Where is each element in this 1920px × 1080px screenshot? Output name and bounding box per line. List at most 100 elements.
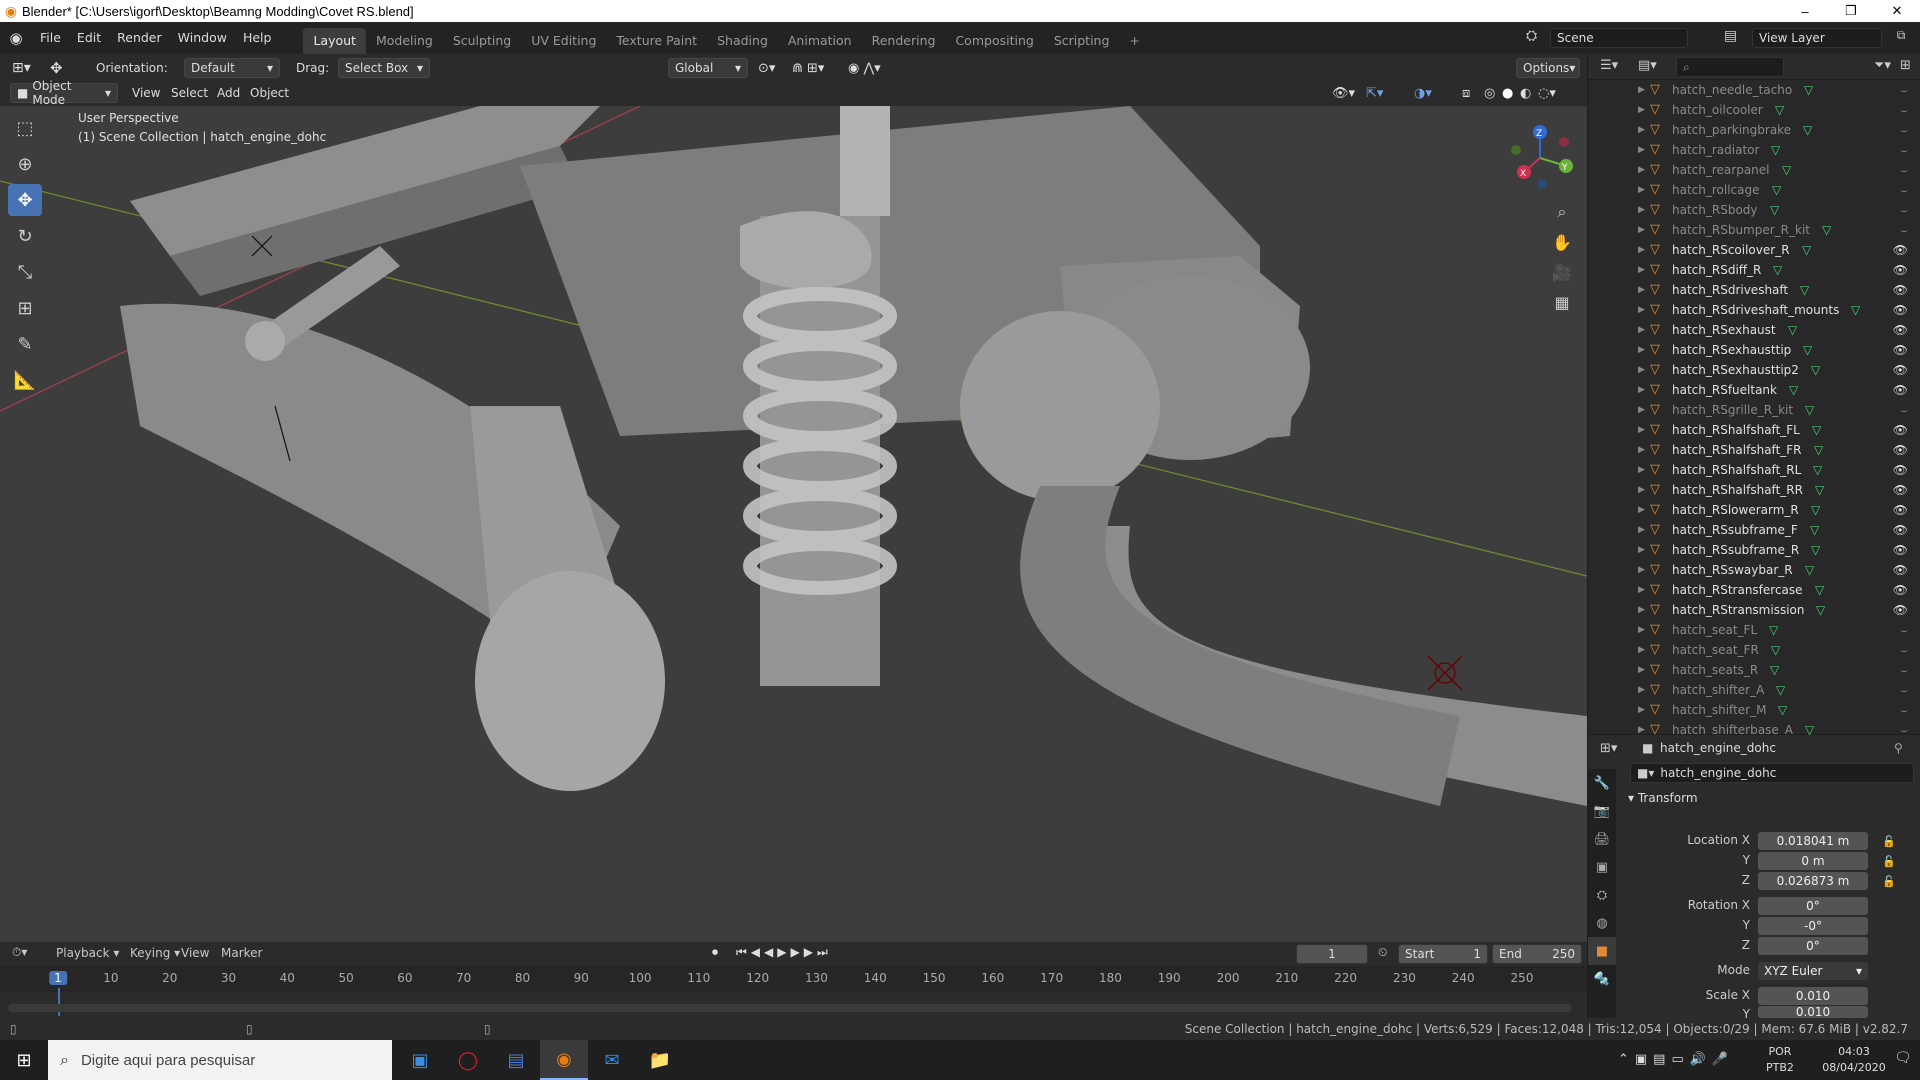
new-collection-icon[interactable]: ⊞ [1900, 58, 1911, 73]
visibility-eye-icon[interactable]: ⌣ [1900, 83, 1908, 98]
navigation-gizmo[interactable]: Z Y X [1500, 120, 1580, 200]
visibility-eye-icon[interactable]: ⌣ [1900, 203, 1908, 218]
expand-arrow-icon[interactable]: ▶ [1638, 185, 1645, 195]
outliner-item[interactable]: ▶ ▽ hatch_seat_FL ▽ ⌣ [1588, 620, 1920, 640]
visibility-eye-icon[interactable]: 👁 [1893, 263, 1908, 277]
expand-arrow-icon[interactable]: ▶ [1638, 605, 1645, 615]
ortho-grid-icon[interactable]: ▦ [1548, 288, 1576, 316]
tab-animation[interactable]: Animation [778, 28, 862, 54]
outliner-item[interactable]: ▶ ▽ hatch_seat_FR ▽ ⌣ [1588, 640, 1920, 660]
menu-help[interactable]: Help [235, 22, 280, 54]
outliner-item[interactable]: ▶ ▽ hatch_rearpanel ▽ ⌣ [1588, 160, 1920, 180]
expand-arrow-icon[interactable]: ▶ [1638, 225, 1645, 235]
expand-arrow-icon[interactable]: ▶ [1638, 285, 1645, 295]
outliner-item[interactable]: ▶ ▽ hatch_RSsubframe_R ▽ 👁 [1588, 540, 1920, 560]
current-frame-field[interactable]: 1 [1296, 944, 1368, 964]
app-launcher-icon[interactable]: ▤ [492, 1040, 540, 1080]
outliner-item[interactable]: ▶ ▽ hatch_RStransmission ▽ 👁 [1588, 600, 1920, 620]
file-explorer-icon[interactable]: 📁 [636, 1040, 684, 1080]
visibility-eye-icon[interactable]: 👁 [1893, 603, 1908, 617]
cursor-tool-icon[interactable]: ⊕ [8, 148, 42, 180]
expand-arrow-icon[interactable]: ▶ [1638, 665, 1645, 675]
start-frame-field[interactable]: Start 1 [1398, 944, 1488, 964]
location-y-field[interactable]: 0 m [1758, 852, 1868, 870]
pin-icon[interactable]: ⚲ [1894, 741, 1903, 755]
tab-modeling[interactable]: Modeling [366, 28, 443, 54]
outliner-item[interactable]: ▶ ▽ hatch_RSexhaust ▽ 👁 [1588, 320, 1920, 340]
tab-texture-paint[interactable]: Texture Paint [606, 28, 707, 54]
visibility-eye-icon[interactable]: ⌣ [1900, 623, 1908, 638]
task-view-icon[interactable]: ▣ [396, 1040, 444, 1080]
visibility-eye-icon[interactable]: ⌣ [1900, 123, 1908, 138]
expand-arrow-icon[interactable]: ▶ [1638, 385, 1645, 395]
snap-icon[interactable]: ⋒ ⊞▾ [792, 58, 824, 78]
opera-browser-icon[interactable]: ◯ [444, 1040, 492, 1080]
measure-tool-icon[interactable]: 📐 [8, 364, 42, 396]
visibility-eye-icon[interactable]: 👁 [1893, 243, 1908, 257]
mail-icon[interactable]: ✉ [588, 1040, 636, 1080]
outliner-search-input[interactable]: ⌕ [1676, 57, 1784, 77]
annotate-tool-icon[interactable]: ✎ [8, 328, 42, 360]
outliner-item[interactable]: ▶ ▽ hatch_RScoilover_R ▽ 👁 [1588, 240, 1920, 260]
scale-tool-icon[interactable]: ⤡ [8, 256, 42, 288]
visibility-eye-icon[interactable]: 👁 [1893, 463, 1908, 477]
wireframe-shading-icon[interactable]: ◎ [1484, 83, 1495, 103]
visibility-eye-icon[interactable]: 👁 [1893, 583, 1908, 597]
menu-view[interactable]: View [132, 83, 160, 103]
visibility-eye-icon[interactable]: 👁 [1893, 383, 1908, 397]
expand-arrow-icon[interactable]: ▶ [1638, 125, 1645, 135]
outliner-item[interactable]: ▶ ▽ hatch_RShalfshaft_FL ▽ 👁 [1588, 420, 1920, 440]
keying-menu[interactable]: Keying ▾ [124, 944, 186, 964]
tab-sculpting[interactable]: Sculpting [443, 28, 521, 54]
outliner-item[interactable]: ▶ ▽ hatch_RSsubframe_F ▽ 👁 [1588, 520, 1920, 540]
expand-arrow-icon[interactable]: ▶ [1638, 305, 1645, 315]
notifications-icon[interactable]: 🗨 [1894, 1050, 1912, 1066]
blender-taskbar-icon[interactable]: ◉ [540, 1040, 588, 1080]
expand-arrow-icon[interactable]: ▶ [1638, 645, 1645, 655]
taskbar-search-box[interactable]: ⌕ Digite aqui para pesquisar [48, 1040, 392, 1080]
expand-arrow-icon[interactable]: ▶ [1638, 365, 1645, 375]
expand-arrow-icon[interactable]: ▶ [1638, 505, 1645, 515]
visibility-eye-icon[interactable]: 👁 [1893, 483, 1908, 497]
scene-selector[interactable]: Scene [1550, 28, 1688, 48]
filter-icon[interactable]: ⏷▾ [1874, 58, 1891, 73]
record-icon[interactable]: ⏺ [712, 945, 718, 960]
drag-dropdown[interactable]: Select Box ▾ [338, 58, 430, 78]
visibility-eye-icon[interactable]: 👁 [1893, 283, 1908, 297]
view-layer-tab-icon[interactable]: ▣ [1588, 853, 1616, 881]
playback-menu[interactable]: Playback ▾ [50, 944, 125, 964]
solid-shading-icon[interactable]: ● [1502, 83, 1513, 103]
expand-arrow-icon[interactable]: ▶ [1638, 205, 1645, 215]
expand-arrow-icon[interactable]: ▶ [1638, 685, 1645, 695]
tab-layout[interactable]: Layout [303, 28, 366, 54]
scale-x-field[interactable]: 0.010 [1758, 987, 1868, 1005]
mode-dropdown[interactable]: ■ Object Mode ▾ [10, 79, 118, 107]
expand-arrow-icon[interactable]: ▶ [1638, 325, 1645, 335]
pan-hand-icon[interactable]: ✋ [1548, 228, 1576, 256]
display-mode-icon[interactable]: ▤▾ [1638, 58, 1657, 73]
outliner-item[interactable]: ▶ ▽ hatch_needle_tacho ▽ ⌣ [1588, 80, 1920, 100]
rotation-z-field[interactable]: 0° [1758, 937, 1868, 955]
outliner-item[interactable]: ▶ ▽ hatch_RSdriveshaft ▽ 👁 [1588, 280, 1920, 300]
tab-uv-editing[interactable]: UV Editing [521, 28, 606, 54]
rotate-tool-icon[interactable]: ↻ [8, 220, 42, 252]
timeline-view-menu[interactable]: View [181, 946, 209, 960]
outliner-editor-type-icon[interactable]: ☰▾ [1600, 58, 1618, 73]
keyboard-language[interactable]: POR PTB2 [1766, 1044, 1794, 1076]
visibility-eye-icon[interactable]: ⌣ [1900, 183, 1908, 198]
playback-controls-icon[interactable]: ⏮◀◀▶▶▶⏭ [736, 945, 832, 960]
outliner-item[interactable]: ▶ ▽ hatch_RSfueltank ▽ 👁 [1588, 380, 1920, 400]
clock[interactable]: 04:03 08/04/2020 [1816, 1044, 1892, 1076]
rotation-x-field[interactable]: 0° [1758, 897, 1868, 915]
gizmo-toggle-icon[interactable]: ⇱▾ [1366, 83, 1383, 103]
visibility-eye-icon[interactable]: 👁 [1893, 543, 1908, 557]
outliner-item[interactable]: ▶ ▽ hatch_RSexhausttip2 ▽ 👁 [1588, 360, 1920, 380]
visibility-eye-icon[interactable]: ⌣ [1900, 223, 1908, 238]
outliner-item[interactable]: ▶ ▽ hatch_shifter_M ▽ ⌣ [1588, 700, 1920, 720]
zoom-icon[interactable]: ⌕ [1548, 198, 1576, 226]
expand-arrow-icon[interactable]: ▶ [1638, 165, 1645, 175]
visibility-eye-icon[interactable]: 👁 [1893, 343, 1908, 357]
maximize-button[interactable]: ❐ [1828, 0, 1874, 22]
xray-icon[interactable]: ⧈ [1462, 83, 1470, 103]
visibility-eye-icon[interactable]: 👁 [1893, 503, 1908, 517]
